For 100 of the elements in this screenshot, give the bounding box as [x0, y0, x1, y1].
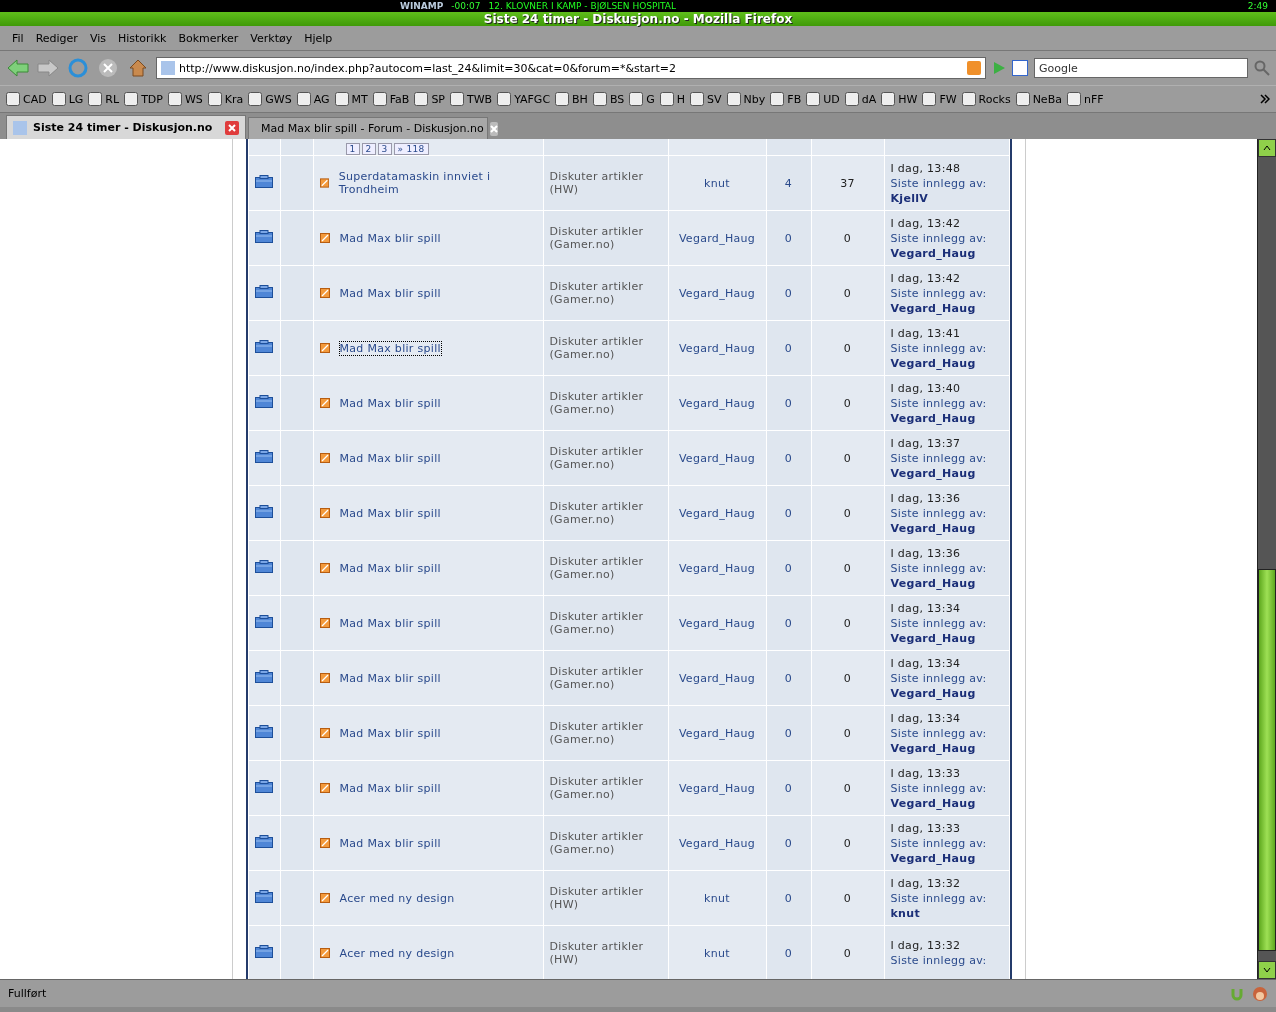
author-link[interactable]: knut — [704, 176, 730, 190]
last-poster-link[interactable]: Vegard_Haug — [890, 685, 1003, 701]
topic-link[interactable]: Acer med ny design — [339, 891, 455, 905]
author-link[interactable]: Vegard_Haug — [678, 561, 756, 575]
bookmark[interactable]: BH — [555, 92, 588, 106]
bookmark[interactable]: SV — [690, 92, 722, 106]
reply-count[interactable]: 0 — [784, 891, 793, 905]
bookmark[interactable]: G — [629, 92, 655, 106]
bookmark[interactable]: FB — [770, 92, 802, 106]
bookmark[interactable]: FaB — [372, 92, 410, 106]
last-poster-link[interactable]: Vegard_Haug — [890, 355, 1003, 371]
menu-item[interactable]: Rediger — [29, 31, 84, 45]
last-poster-link[interactable]: Vegard_Haug — [890, 850, 1003, 866]
menu-item[interactable]: Verktøy — [244, 31, 299, 45]
bookmark[interactable]: Rocks — [961, 92, 1011, 106]
author-link[interactable]: Vegard_Haug — [678, 781, 756, 795]
bookmark[interactable]: WS — [167, 92, 203, 106]
last-poster-link[interactable]: KjellV — [890, 190, 1003, 206]
last-poster-link[interactable]: Vegard_Haug — [890, 520, 1003, 536]
search-icon[interactable] — [1254, 60, 1270, 76]
author-link[interactable]: Vegard_Haug — [678, 341, 756, 355]
menu-item[interactable]: Bokmerker — [172, 31, 245, 45]
reply-count[interactable]: 0 — [784, 341, 793, 355]
bookmark[interactable]: H — [659, 92, 686, 106]
reply-count[interactable]: 0 — [784, 726, 793, 740]
reply-count[interactable]: 0 — [784, 451, 793, 465]
author-link[interactable]: Vegard_Haug — [678, 506, 756, 520]
bookmark[interactable]: YAFGC — [497, 92, 551, 106]
scroll-up-button[interactable] — [1258, 139, 1276, 157]
reply-count[interactable]: 4 — [784, 176, 793, 190]
topic-link[interactable]: Mad Max blir spill — [339, 726, 441, 740]
bookmark[interactable]: FW — [922, 92, 957, 106]
reply-count[interactable]: 0 — [784, 286, 793, 300]
page-link[interactable]: » 118 — [393, 143, 429, 155]
back-button[interactable] — [6, 56, 30, 80]
close-button[interactable] — [489, 121, 498, 136]
author-link[interactable]: Vegard_Haug — [678, 231, 756, 245]
last-poster-link[interactable]: Vegard_Haug — [890, 740, 1003, 756]
topic-link[interactable]: Mad Max blir spill — [339, 231, 441, 245]
menu-item[interactable]: Historikk — [111, 31, 173, 45]
last-poster-link[interactable]: Vegard_Haug — [890, 630, 1003, 646]
scroll-down-button[interactable] — [1258, 961, 1276, 979]
scrollbar[interactable] — [1257, 139, 1276, 979]
menu-item[interactable]: Hjelp — [298, 31, 339, 45]
page-link[interactable]: 1 — [345, 143, 360, 155]
bookmark[interactable]: HW — [881, 92, 918, 106]
reply-count[interactable]: 0 — [784, 671, 793, 685]
bookmark[interactable]: BS — [592, 92, 625, 106]
bookmark[interactable]: dA — [844, 92, 877, 106]
reply-count[interactable]: 0 — [784, 946, 793, 960]
topic-link[interactable]: Mad Max blir spill — [339, 506, 441, 520]
topic-link[interactable]: Mad Max blir spill — [339, 561, 441, 575]
reply-count[interactable]: 0 — [784, 231, 793, 245]
author-link[interactable]: knut — [704, 946, 730, 960]
address-field[interactable]: http://www.diskusjon.no/index.php?autocom=last_24&limit=30&cat=0&forum=*&start=2 — [156, 57, 986, 79]
chevron-icon[interactable] — [1260, 94, 1270, 104]
author-link[interactable]: Vegard_Haug — [678, 286, 756, 300]
author-link[interactable]: Vegard_Haug — [678, 726, 756, 740]
last-poster-link[interactable]: Vegard_Haug — [890, 300, 1003, 316]
topic-link[interactable]: Mad Max blir spill — [339, 451, 441, 465]
last-poster-link[interactable]: Vegard_Haug — [890, 465, 1003, 481]
bookmark[interactable]: MT — [334, 92, 368, 106]
reply-count[interactable]: 0 — [784, 506, 793, 520]
reply-count[interactable]: 0 — [784, 561, 793, 575]
reply-count[interactable]: 0 — [784, 616, 793, 630]
bookmark[interactable]: TDP — [124, 92, 163, 106]
bookmark[interactable]: SP — [414, 92, 445, 106]
page-link[interactable]: 3 — [377, 143, 392, 155]
topic-link[interactable]: Mad Max blir spill — [339, 286, 441, 300]
last-poster-link[interactable]: Vegard_Haug — [890, 795, 1003, 811]
author-link[interactable]: Vegard_Haug — [678, 836, 756, 850]
reply-count[interactable]: 0 — [784, 781, 793, 795]
bookmark[interactable]: Kra — [207, 92, 244, 106]
reply-count[interactable]: 0 — [784, 836, 793, 850]
reply-count[interactable]: 0 — [784, 396, 793, 410]
topic-link[interactable]: Mad Max blir spill — [339, 616, 441, 630]
author-link[interactable]: Vegard_Haug — [678, 616, 756, 630]
topic-link[interactable]: Mad Max blir spill — [339, 396, 441, 410]
browser-tab[interactable]: Siste 24 timer - Diskusjon.no — [6, 115, 246, 139]
bookmark[interactable]: LG — [51, 92, 84, 106]
page-link[interactable]: 2 — [361, 143, 376, 155]
last-poster-link[interactable]: knut — [890, 905, 1003, 921]
menu-item[interactable]: Vis — [83, 31, 112, 45]
close-button[interactable] — [225, 120, 239, 135]
author-link[interactable]: Vegard_Haug — [678, 671, 756, 685]
bookmark[interactable]: AG — [296, 92, 330, 106]
search-field[interactable]: Google — [1034, 58, 1248, 78]
bookmark[interactable]: Nby — [726, 92, 766, 106]
search-engine-icon[interactable] — [1012, 60, 1028, 76]
bookmark[interactable]: NeBa — [1015, 92, 1062, 106]
bookmark[interactable]: nFF — [1066, 92, 1104, 106]
menu-item[interactable]: Fil — [6, 31, 30, 45]
last-poster-link[interactable]: Vegard_Haug — [890, 410, 1003, 426]
author-link[interactable]: knut — [704, 891, 730, 905]
author-link[interactable]: Vegard_Haug — [678, 451, 756, 465]
author-link[interactable]: Vegard_Haug — [678, 396, 756, 410]
topic-link[interactable]: Mad Max blir spill — [339, 341, 441, 355]
last-poster-link[interactable]: Vegard_Haug — [890, 575, 1003, 591]
topic-link[interactable]: Mad Max blir spill — [339, 836, 441, 850]
bookmark[interactable]: UD — [806, 92, 840, 106]
